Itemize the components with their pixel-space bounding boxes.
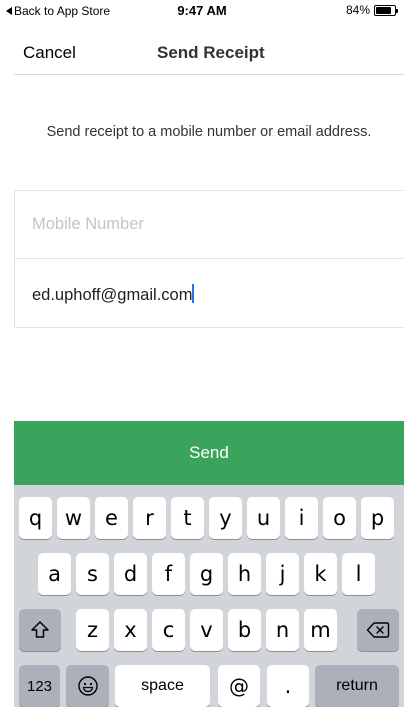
shift-icon bbox=[31, 621, 49, 638]
key-e[interactable]: e bbox=[95, 497, 128, 539]
key-y[interactable]: y bbox=[209, 497, 242, 539]
instructions-text: Send receipt to a mobile number or email… bbox=[46, 124, 372, 140]
key-f[interactable]: f bbox=[152, 553, 185, 595]
key-z[interactable]: z bbox=[76, 609, 109, 651]
mobile-number-field[interactable]: Mobile Number bbox=[15, 191, 404, 259]
key-s[interactable]: s bbox=[76, 553, 109, 595]
key-t[interactable]: t bbox=[171, 497, 204, 539]
shift-key[interactable] bbox=[19, 609, 61, 651]
emoji-icon bbox=[77, 676, 98, 696]
page-title: Send Receipt bbox=[157, 43, 265, 62]
backspace-key[interactable] bbox=[357, 609, 399, 651]
key-n[interactable]: n bbox=[266, 609, 299, 651]
email-value: ed.uphoff@gmail.com bbox=[32, 286, 193, 304]
cancel-button[interactable]: Cancel bbox=[23, 43, 76, 63]
key-c[interactable]: c bbox=[152, 609, 185, 651]
period-key[interactable]: . bbox=[267, 665, 309, 707]
send-button-label: Send bbox=[189, 443, 229, 462]
email-field[interactable]: ed.uphoff@gmail.com bbox=[15, 260, 404, 328]
key-h[interactable]: h bbox=[228, 553, 261, 595]
battery-percent: 84% bbox=[345, 3, 370, 17]
key-m[interactable]: m bbox=[304, 609, 337, 651]
receipt-form: Mobile Number ed.uphoff@gmail.com bbox=[14, 190, 404, 328]
key-q[interactable]: q bbox=[19, 497, 52, 539]
key-b[interactable]: b bbox=[228, 609, 261, 651]
at-key[interactable]: @ bbox=[218, 665, 260, 707]
key-d[interactable]: d bbox=[114, 553, 147, 595]
key-o[interactable]: o bbox=[323, 497, 356, 539]
battery-status: 84% bbox=[345, 3, 398, 17]
space-key[interactable]: space bbox=[115, 665, 210, 707]
key-i[interactable]: i bbox=[285, 497, 318, 539]
key-g[interactable]: g bbox=[190, 553, 223, 595]
key-l[interactable]: l bbox=[342, 553, 375, 595]
backspace-icon bbox=[366, 622, 390, 638]
key-w[interactable]: w bbox=[57, 497, 90, 539]
key-v[interactable]: v bbox=[190, 609, 223, 651]
key-u[interactable]: u bbox=[247, 497, 280, 539]
mobile-number-placeholder: Mobile Number bbox=[32, 215, 144, 233]
key-p[interactable]: p bbox=[361, 497, 394, 539]
key-k[interactable]: k bbox=[304, 553, 337, 595]
key-x[interactable]: x bbox=[114, 609, 147, 651]
battery-icon bbox=[374, 4, 398, 16]
status-bar: Back to App Store 9:47 AM 84% bbox=[0, 0, 404, 20]
keyboard: q w e r t y u i o p a s d f g h j k l z … bbox=[14, 485, 404, 707]
key-a[interactable]: a bbox=[38, 553, 71, 595]
key-j[interactable]: j bbox=[266, 553, 299, 595]
status-time: 9:47 AM bbox=[177, 3, 227, 18]
emoji-key[interactable] bbox=[66, 665, 109, 707]
text-cursor bbox=[192, 284, 195, 303]
return-key[interactable]: return bbox=[315, 665, 399, 707]
key-r[interactable]: r bbox=[133, 497, 166, 539]
send-button[interactable]: Send bbox=[14, 421, 404, 485]
numbers-key[interactable]: 123 bbox=[19, 665, 60, 707]
nav-bar: Cancel Send Receipt bbox=[14, 31, 404, 75]
